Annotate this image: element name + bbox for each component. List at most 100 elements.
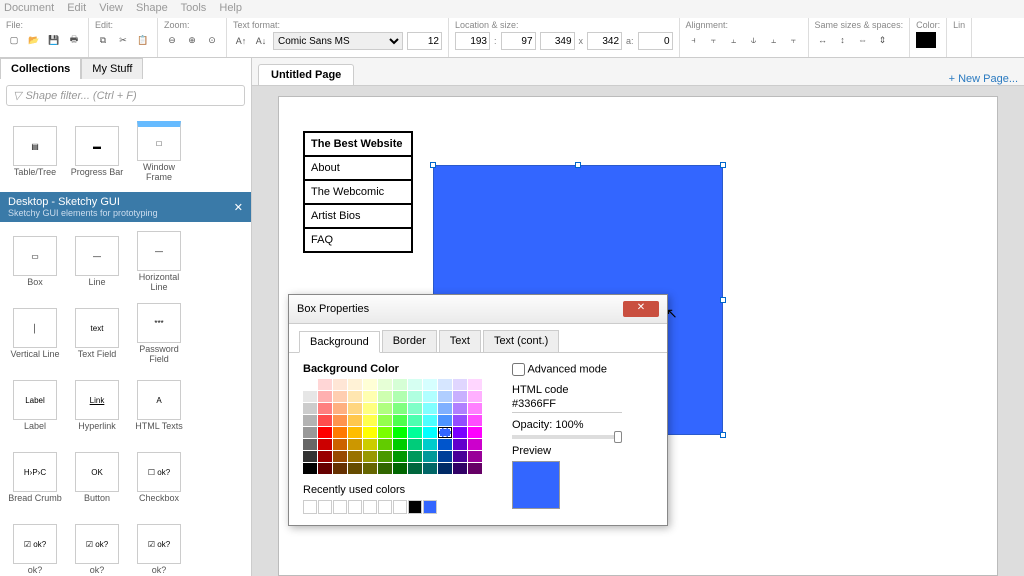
- palette-color[interactable]: [348, 451, 362, 462]
- resize-handle[interactable]: [720, 162, 726, 168]
- palette-color[interactable]: [453, 379, 467, 390]
- palette-color[interactable]: [423, 451, 437, 462]
- shape-hyperlink[interactable]: LinkHyperlink: [68, 372, 126, 440]
- html-code-value[interactable]: #3366FF: [512, 396, 622, 413]
- page-tab-untitled[interactable]: Untitled Page: [258, 64, 354, 85]
- menu-tools[interactable]: Tools: [181, 2, 207, 14]
- resize-handle[interactable]: [430, 162, 436, 168]
- slider-handle[interactable]: [614, 431, 622, 443]
- palette-color[interactable]: [378, 427, 392, 438]
- paste-icon[interactable]: 📋: [135, 32, 151, 48]
- align-left-icon[interactable]: ⫞: [686, 32, 702, 48]
- loc-y-input[interactable]: [501, 32, 536, 50]
- new-page-button[interactable]: + New Page...: [949, 73, 1018, 85]
- palette-color[interactable]: [363, 403, 377, 414]
- font-select[interactable]: Comic Sans MS: [273, 32, 403, 50]
- palette-color[interactable]: [363, 415, 377, 426]
- palette-color[interactable]: [318, 415, 332, 426]
- palette-color[interactable]: [333, 415, 347, 426]
- align-top-icon[interactable]: ⫝: [746, 32, 762, 48]
- space-v-icon[interactable]: ⇕: [875, 32, 891, 48]
- dialog-titlebar[interactable]: Box Properties ✕: [289, 295, 667, 324]
- tab-text-cont[interactable]: Text (cont.): [483, 330, 559, 352]
- palette-color[interactable]: [453, 451, 467, 462]
- palette-color[interactable]: [348, 379, 362, 390]
- palette-color[interactable]: [393, 379, 407, 390]
- menu-shape[interactable]: Shape: [136, 2, 168, 14]
- palette-color[interactable]: [303, 439, 317, 450]
- palette-color[interactable]: [303, 403, 317, 414]
- dialog-close-button[interactable]: ✕: [623, 301, 659, 317]
- palette-color[interactable]: [438, 427, 452, 438]
- palette-color[interactable]: [438, 451, 452, 462]
- palette-color[interactable]: [348, 403, 362, 414]
- align-middle-icon[interactable]: ⫠: [766, 32, 782, 48]
- palette-color[interactable]: [333, 391, 347, 402]
- palette-color[interactable]: [378, 379, 392, 390]
- shape-vertical-line[interactable]: │Vertical Line: [6, 300, 64, 368]
- shape-checkbox[interactable]: ☐ ok?Checkbox: [130, 444, 188, 512]
- color-swatch[interactable]: [916, 32, 936, 48]
- palette-color[interactable]: [408, 463, 422, 474]
- palette-color[interactable]: [303, 427, 317, 438]
- palette-color[interactable]: [423, 415, 437, 426]
- shape-ok?[interactable]: ☑ ok?ok?: [68, 516, 126, 576]
- palette-color[interactable]: [393, 439, 407, 450]
- open-file-icon[interactable]: 📂: [26, 32, 42, 48]
- copy-icon[interactable]: ⧉: [95, 32, 111, 48]
- palette-color[interactable]: [348, 439, 362, 450]
- shape-line[interactable]: —Line: [68, 228, 126, 296]
- palette-color[interactable]: [438, 463, 452, 474]
- font-minus-icon[interactable]: A↓: [253, 33, 269, 49]
- palette-color[interactable]: [438, 403, 452, 414]
- palette-color[interactable]: [303, 451, 317, 462]
- opacity-slider[interactable]: [512, 435, 622, 439]
- palette-color[interactable]: [468, 427, 482, 438]
- resize-handle[interactable]: [720, 297, 726, 303]
- shape-text-field[interactable]: textText Field: [68, 300, 126, 368]
- cut-icon[interactable]: ✂: [115, 32, 131, 48]
- palette-color[interactable]: [378, 439, 392, 450]
- shape-bread-crumb[interactable]: H›P›CBread Crumb: [6, 444, 64, 512]
- palette-color[interactable]: [333, 451, 347, 462]
- palette-color[interactable]: [468, 451, 482, 462]
- palette-color[interactable]: [408, 391, 422, 402]
- palette-color[interactable]: [393, 415, 407, 426]
- palette-color[interactable]: [378, 391, 392, 402]
- palette-color[interactable]: [468, 391, 482, 402]
- palette-color[interactable]: [393, 391, 407, 402]
- palette-color[interactable]: [378, 463, 392, 474]
- align-bottom-icon[interactable]: ⫟: [786, 32, 802, 48]
- palette-color[interactable]: [333, 403, 347, 414]
- palette-color[interactable]: [468, 379, 482, 390]
- palette-color[interactable]: [408, 415, 422, 426]
- palette-color[interactable]: [423, 391, 437, 402]
- palette-color[interactable]: [363, 427, 377, 438]
- recent-color[interactable]: [378, 500, 392, 514]
- zoom-out-icon[interactable]: ⊖: [164, 32, 180, 48]
- palette-color[interactable]: [303, 415, 317, 426]
- palette-color[interactable]: [423, 439, 437, 450]
- loc-x-input[interactable]: [455, 32, 490, 50]
- align-center-icon[interactable]: ⫟: [706, 32, 722, 48]
- zoom-fit-icon[interactable]: ⊙: [204, 32, 220, 48]
- palette-color[interactable]: [318, 439, 332, 450]
- shape-filter-input[interactable]: ▽ Shape filter... (Ctrl + F): [6, 85, 245, 106]
- palette-color[interactable]: [363, 451, 377, 462]
- shape-progress-bar[interactable]: ▬Progress Bar: [68, 118, 126, 186]
- menu-help[interactable]: Help: [219, 2, 242, 14]
- zoom-in-icon[interactable]: ⊕: [184, 32, 200, 48]
- palette-color[interactable]: [423, 379, 437, 390]
- shape-box[interactable]: ▭Box: [6, 228, 64, 296]
- palette-color[interactable]: [378, 415, 392, 426]
- shape-table-tree[interactable]: ▤Table/Tree: [6, 118, 64, 186]
- palette-color[interactable]: [438, 391, 452, 402]
- shape-horizontal-line[interactable]: —Horizontal Line: [130, 228, 188, 296]
- palette-color[interactable]: [393, 463, 407, 474]
- recent-color[interactable]: [318, 500, 332, 514]
- palette-color[interactable]: [408, 451, 422, 462]
- palette-color[interactable]: [393, 403, 407, 414]
- shape-label[interactable]: LabelLabel: [6, 372, 64, 440]
- shape-password-field[interactable]: ***Password Field: [130, 300, 188, 368]
- palette-color[interactable]: [438, 415, 452, 426]
